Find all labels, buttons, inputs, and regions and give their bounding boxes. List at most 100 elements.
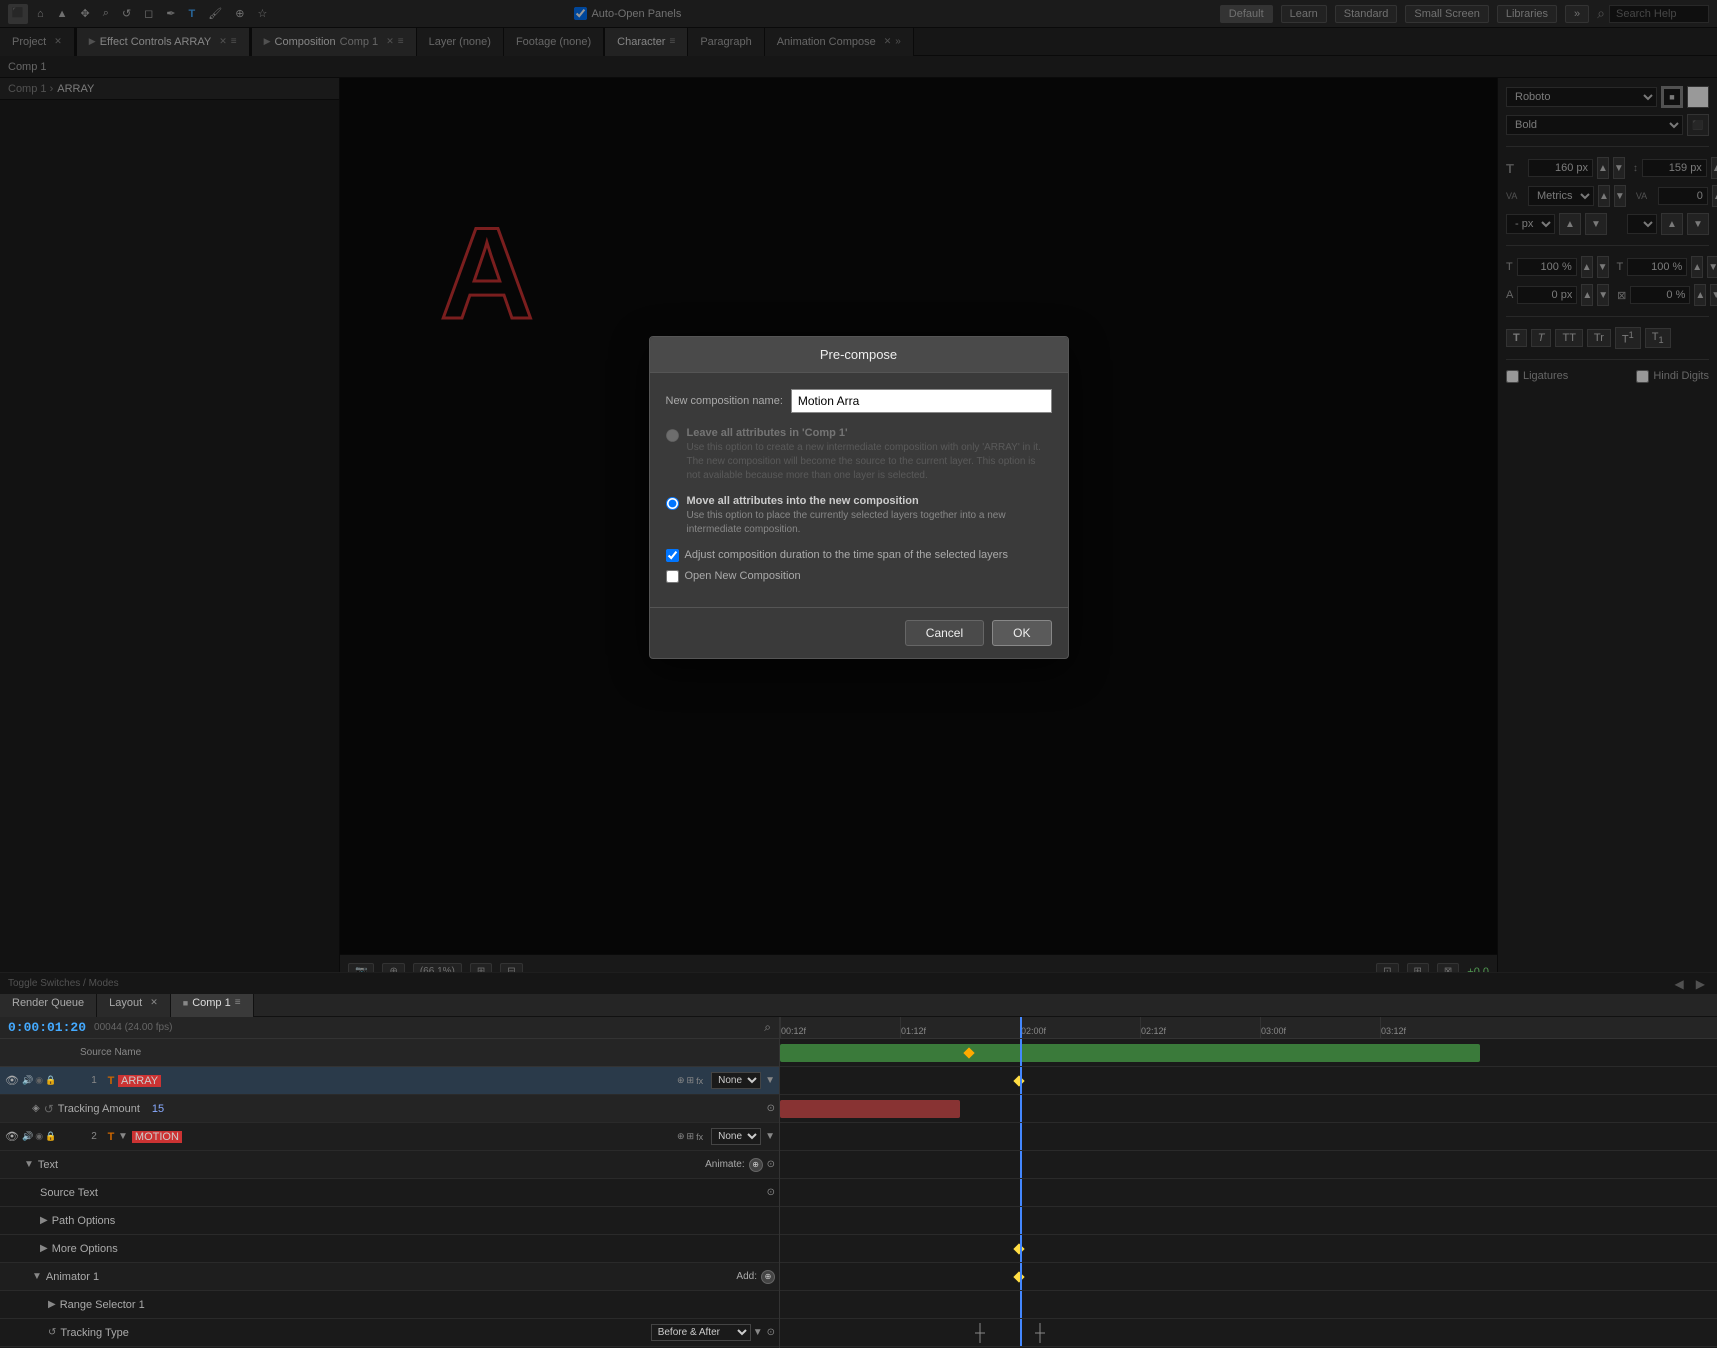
tl-animator-1: ▼ Animator 1 Add: ⊕	[0, 1263, 779, 1291]
tracking-type-stopwatch[interactable]: ⊙	[767, 1327, 775, 1338]
time-indicator: 0:00:01:20 00044 (24.00 fps) ⌕	[0, 1017, 779, 1039]
range-expand[interactable]: ▶	[48, 1299, 56, 1310]
comp1-tl-label: Comp 1	[192, 997, 231, 1009]
modal-radio-2[interactable]	[666, 497, 679, 510]
tl-path-options: ▶ Path Options	[0, 1207, 779, 1235]
modal-option-2-title: Move all attributes into the new composi…	[687, 495, 1052, 507]
modal-name-input[interactable]	[791, 389, 1052, 413]
track-playhead-1	[1020, 1039, 1022, 1066]
layer-array[interactable]: 👁 🔊 ◉ 🔒 1 T ARRAY ⊕ ⊞ fx None ▼	[0, 1067, 779, 1095]
tl-source-name-col: Source Name	[80, 1047, 595, 1058]
modal-checkbox-1[interactable]	[666, 549, 679, 562]
layer-2-controls: ⊕ ⊞ fx	[677, 1131, 703, 1142]
time-ruler: 00:12f 01:12f 02:00f 02:12f 03:00f 03:12…	[780, 1017, 1717, 1039]
layer-1-controls: ⊕ ⊞ fx	[677, 1075, 703, 1086]
track-playhead-ta2	[1020, 1319, 1022, 1346]
tl-range-selector-1: ▶ Range Selector 1	[0, 1291, 779, 1319]
solo-array[interactable]: ◉	[35, 1075, 43, 1086]
modal-title: Pre-compose	[650, 337, 1068, 373]
modal-body: New composition name: Leave all attribut…	[650, 373, 1068, 607]
track-array	[780, 1039, 1717, 1067]
eye-array[interactable]: 👁	[4, 1074, 20, 1087]
fx-2[interactable]: fx	[696, 1132, 703, 1142]
track-motion	[780, 1095, 1717, 1123]
keyframe-animator[interactable]	[1013, 1243, 1024, 1254]
layer-num-2: 2	[84, 1131, 104, 1142]
text-expand[interactable]: ▼	[24, 1159, 34, 1170]
track-tracking-amount	[780, 1067, 1717, 1095]
time-display[interactable]: 0:00:01:20	[8, 1020, 86, 1035]
keyframe-tracking[interactable]	[1013, 1075, 1024, 1086]
solo-motion[interactable]: ◉	[35, 1131, 43, 1142]
timeline-content: 0:00:01:20 00044 (24.00 fps) ⌕ Source Na…	[0, 1017, 1717, 1348]
audio-motion[interactable]: 🔊	[22, 1131, 33, 1142]
tracking-amount-collapse[interactable]: ◈	[32, 1103, 40, 1114]
track-playhead-mo	[1020, 1207, 1022, 1234]
modal-checkbox-1-label: Adjust composition duration to the time …	[685, 549, 1008, 561]
modal-radio-1[interactable]	[666, 429, 679, 442]
solo-2[interactable]: ⊕	[677, 1131, 685, 1142]
animate-btn[interactable]: ⊕	[749, 1158, 763, 1172]
tracking-type-select[interactable]: Before & After	[651, 1324, 751, 1341]
track-playhead-tt	[1020, 1291, 1022, 1318]
layer-type-1: T	[104, 1075, 118, 1087]
modal-checkbox-2-row: Open New Composition	[666, 570, 1052, 583]
tracking-type-dropdown[interactable]: ▼	[753, 1327, 763, 1338]
cancel-button[interactable]: Cancel	[905, 620, 984, 646]
tl-source-text: Source Text ⊙	[0, 1179, 779, 1207]
layer-type-2: T	[104, 1131, 118, 1143]
tl-more-options: ▶ More Options	[0, 1235, 779, 1263]
parent-select-2[interactable]: None	[711, 1128, 761, 1145]
parent-dropdown-1[interactable]: ▼	[765, 1075, 775, 1086]
expand-motion[interactable]: ▼	[118, 1131, 128, 1142]
add-btn[interactable]: ⊕	[761, 1270, 775, 1284]
playhead[interactable]	[1020, 1017, 1022, 1038]
animate-stopwatch[interactable]: ⊙	[767, 1159, 775, 1170]
modal-footer: Cancel OK	[650, 607, 1068, 658]
tracking-amount-value[interactable]: 15	[148, 1103, 168, 1115]
fx-1[interactable]: fx	[696, 1076, 703, 1086]
audio-array[interactable]: 🔊	[22, 1075, 33, 1086]
modal-checkbox-2-label: Open New Composition	[685, 570, 801, 582]
track-playhead-2	[1020, 1095, 1022, 1122]
layer-num-1: 1	[84, 1075, 104, 1086]
modal-checkbox-1-row: Adjust composition duration to the time …	[666, 549, 1052, 562]
modal-name-row: New composition name:	[666, 389, 1052, 413]
animator-1-label: Animator 1	[46, 1271, 99, 1283]
more-expand[interactable]: ▶	[40, 1243, 48, 1254]
ok-button[interactable]: OK	[992, 620, 1051, 646]
eye-motion[interactable]: 👁	[4, 1130, 20, 1143]
animate-label: Animate:	[705, 1159, 744, 1170]
layer-2-parent: None ▼	[711, 1128, 775, 1145]
source-text-label: Source Text	[40, 1187, 98, 1199]
track-animator-1	[780, 1235, 1717, 1263]
modal-option-2-content: Move all attributes into the new composi…	[687, 495, 1052, 537]
close-layout[interactable]: ✕	[150, 997, 158, 1008]
modal-name-label: New composition name:	[666, 395, 783, 407]
layer-name-array: ARRAY	[118, 1075, 161, 1087]
lock-motion[interactable]: 🔒	[45, 1131, 56, 1142]
tick-0: 00:12f	[780, 1017, 806, 1038]
parent-select-1[interactable]: None	[711, 1072, 761, 1089]
fps-display: 00044 (24.00 fps)	[94, 1022, 172, 1033]
layer-motion[interactable]: 👁 🔊 ◉ 🔒 2 T ▼ MOTION ⊕ ⊞ fx None	[0, 1123, 779, 1151]
timeline-layers: 0:00:01:20 00044 (24.00 fps) ⌕ Source Na…	[0, 1017, 780, 1348]
tracking-stopwatch[interactable]: ⊙	[767, 1103, 775, 1114]
path-expand[interactable]: ▶	[40, 1215, 48, 1226]
modal-checkbox-2[interactable]	[666, 570, 679, 583]
solo-1[interactable]: ⊕	[677, 1075, 685, 1086]
modal-option-2: Move all attributes into the new composi…	[666, 495, 1052, 537]
parent-dropdown-2[interactable]: ▼	[765, 1131, 775, 1142]
tick-5: 03:12f	[1380, 1017, 1406, 1038]
pre-compose-modal: Pre-compose New composition name: Leave …	[649, 336, 1069, 659]
timeline-panel: Render Queue Layout ✕ ■ Comp 1 ≡ 0:00:01…	[0, 988, 1717, 1348]
track-playhead-text	[1020, 1123, 1022, 1150]
track-bar-array	[780, 1044, 1480, 1062]
animator-expand[interactable]: ▼	[32, 1271, 42, 1282]
keyframe-range[interactable]	[1013, 1271, 1024, 1282]
lock-array[interactable]: 🔒	[45, 1075, 56, 1086]
source-text-stopwatch[interactable]: ⊙	[767, 1187, 775, 1198]
collapse-1[interactable]: ⊞	[687, 1075, 695, 1086]
search-tl-icon[interactable]: ⌕	[764, 1020, 771, 1035]
collapse-2[interactable]: ⊞	[687, 1131, 695, 1142]
